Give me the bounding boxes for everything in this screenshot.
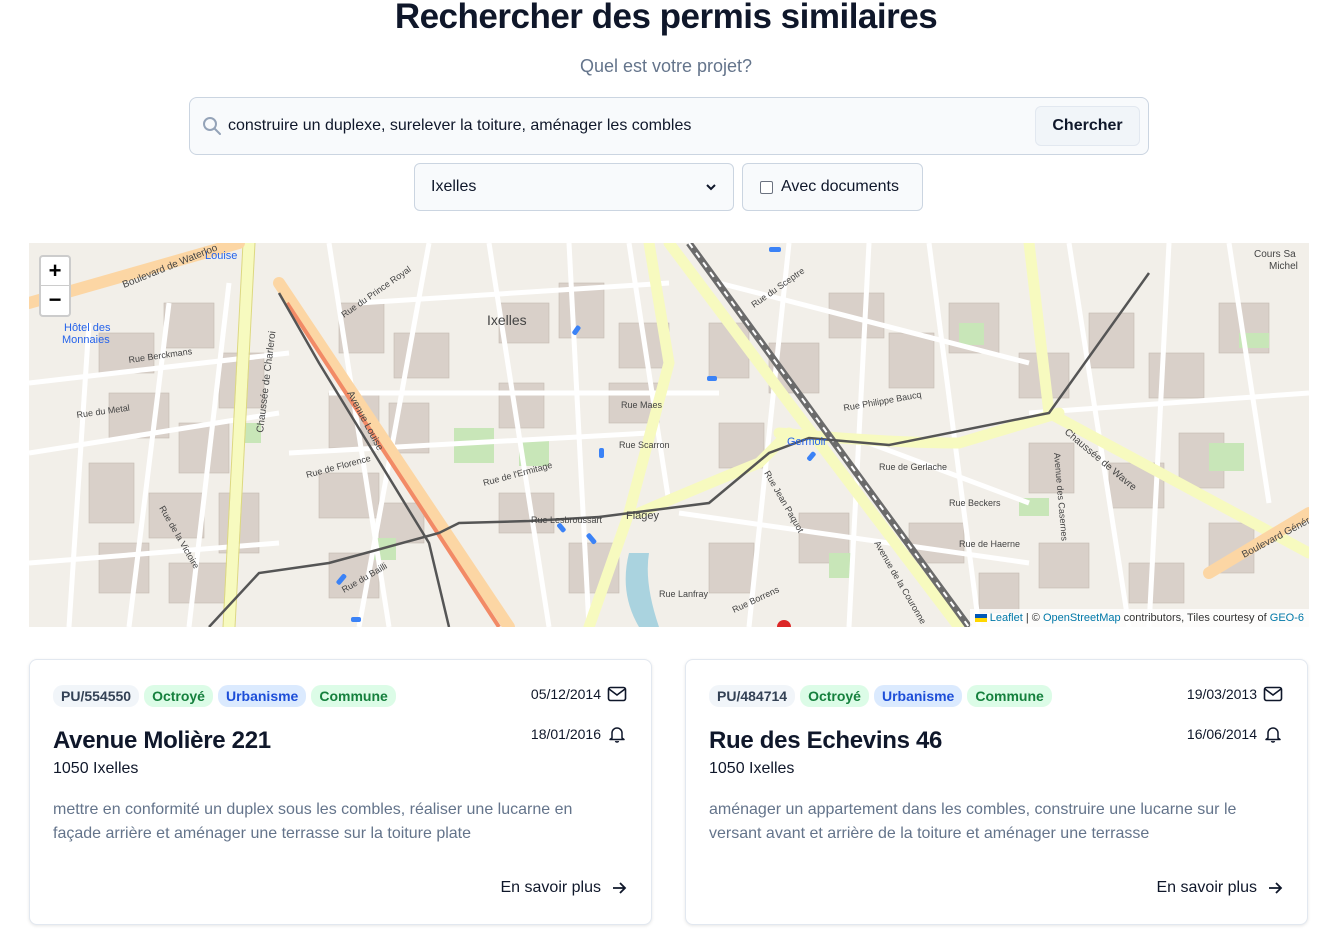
- date-sent: 05/12/2014: [531, 685, 627, 703]
- map-label-haerne: Rue de Haerne: [959, 539, 1020, 549]
- date-notified: 16/06/2014: [1187, 725, 1283, 743]
- commune-select-value: Ixelles: [431, 178, 477, 195]
- date-sent-value: 05/12/2014: [530, 686, 601, 702]
- map-label-hotel: Hôtel des: [64, 322, 111, 334]
- search-input[interactable]: [228, 108, 1028, 144]
- status-badge: Octroyé: [800, 685, 869, 707]
- map-label-michel: Michel: [1269, 261, 1298, 272]
- level-badge: Commune: [967, 685, 1052, 707]
- map[interactable]: Ixelles Flagey Germoir Louise Hôtel des …: [29, 243, 1309, 627]
- documents-filter[interactable]: Avec documents: [742, 163, 923, 211]
- bell-icon: [1265, 727, 1281, 743]
- date-sent: 19/03/2013: [1187, 685, 1283, 703]
- status-badge: Octroyé: [144, 685, 213, 707]
- bell-icon: [609, 727, 625, 743]
- documents-label: Avec documents: [781, 178, 899, 195]
- arrow-right-icon: [613, 882, 627, 894]
- type-badge: Urbanisme: [873, 685, 963, 707]
- date-sent-value: 19/03/2013: [1186, 686, 1257, 702]
- attribution-sep: | ©: [1022, 612, 1043, 624]
- map-label-germoir: Germoir: [787, 436, 827, 448]
- card-badges: PU/484714 Octroyé Urbanisme Commune: [709, 685, 1052, 707]
- ukraine-flag-icon: [974, 614, 987, 623]
- card-title: Avenue Molière 221: [53, 727, 271, 754]
- card-city: 1050 Ixelles: [709, 760, 795, 777]
- zoom-out-button[interactable]: −: [41, 286, 69, 315]
- reference-badge: PU/484714: [709, 685, 796, 707]
- card-badges: PU/554550 Octroyé Urbanisme Commune: [53, 685, 396, 707]
- more-label: En savoir plus: [1156, 879, 1258, 896]
- permit-card[interactable]: PU/484714 Octroyé Urbanisme Commune 19/0…: [685, 659, 1308, 925]
- reference-badge: PU/554550: [53, 685, 140, 707]
- card-description: aménager un appartement dans les combles…: [709, 801, 1237, 842]
- more-link[interactable]: En savoir plus: [501, 879, 628, 897]
- documents-checkbox[interactable]: [760, 180, 773, 194]
- date-notified-value: 16/06/2014: [1186, 726, 1257, 742]
- type-badge: Urbanisme: [217, 685, 307, 707]
- map-attribution: Leaflet | © OpenStreetMap contributors, …: [969, 609, 1309, 627]
- level-badge: Commune: [311, 685, 396, 707]
- zoom-control: + −: [39, 255, 71, 317]
- card-title: Rue des Echevins 46: [709, 727, 943, 754]
- card-city: 1050 Ixelles: [53, 760, 139, 777]
- search-button[interactable]: Chercher: [1035, 106, 1140, 146]
- leaflet-link[interactable]: Leaflet: [990, 612, 1023, 624]
- commune-select[interactable]: Ixelles: [414, 163, 734, 211]
- map-label-scarron: Rue Scarron: [619, 440, 670, 450]
- map-tiles[interactable]: Ixelles Flagey Germoir Louise Hôtel des …: [29, 243, 1309, 627]
- envelope-icon: [1263, 686, 1283, 702]
- osm-link[interactable]: OpenStreetMap: [1043, 612, 1121, 624]
- envelope-icon: [607, 686, 627, 702]
- card-description: mettre en conformité un duplex sous les …: [53, 801, 573, 842]
- map-label-lesbroussart: Rue Lesbroussart: [531, 515, 603, 525]
- map-label-lanfray: Rue Lanfray: [659, 589, 709, 599]
- page-title: Rechercher des permis similaires: [394, 0, 938, 36]
- map-label-cours: Cours Sa: [1254, 249, 1296, 260]
- permit-card[interactable]: PU/554550 Octroyé Urbanisme Commune 05/1…: [29, 659, 652, 925]
- zoom-in-button[interactable]: +: [41, 257, 69, 286]
- date-notified: 18/01/2016: [531, 725, 627, 743]
- date-notified-value: 18/01/2016: [530, 726, 601, 742]
- map-label-maes: Rue Maes: [621, 400, 663, 410]
- map-label-ixelles: Ixelles: [487, 312, 527, 328]
- chevron-down-icon: [706, 184, 716, 191]
- search-icon: [203, 117, 221, 135]
- more-link[interactable]: En savoir plus: [1157, 879, 1284, 897]
- attribution-text: contributors, Tiles courtesy of: [1120, 612, 1270, 624]
- arrow-right-icon: [1269, 882, 1283, 894]
- geo6-link[interactable]: GEO-6: [1270, 612, 1304, 624]
- more-label: En savoir plus: [500, 879, 602, 896]
- map-label-gerlache: Rue de Gerlache: [879, 462, 947, 472]
- map-label-flagey: Flagey: [626, 510, 660, 522]
- page-subtitle: Quel est votre projet?: [579, 56, 753, 76]
- map-label-beckers: Rue Beckers: [949, 498, 1001, 508]
- search-box: Chercher: [189, 97, 1149, 155]
- map-label-monnaies: Monnaies: [62, 334, 110, 346]
